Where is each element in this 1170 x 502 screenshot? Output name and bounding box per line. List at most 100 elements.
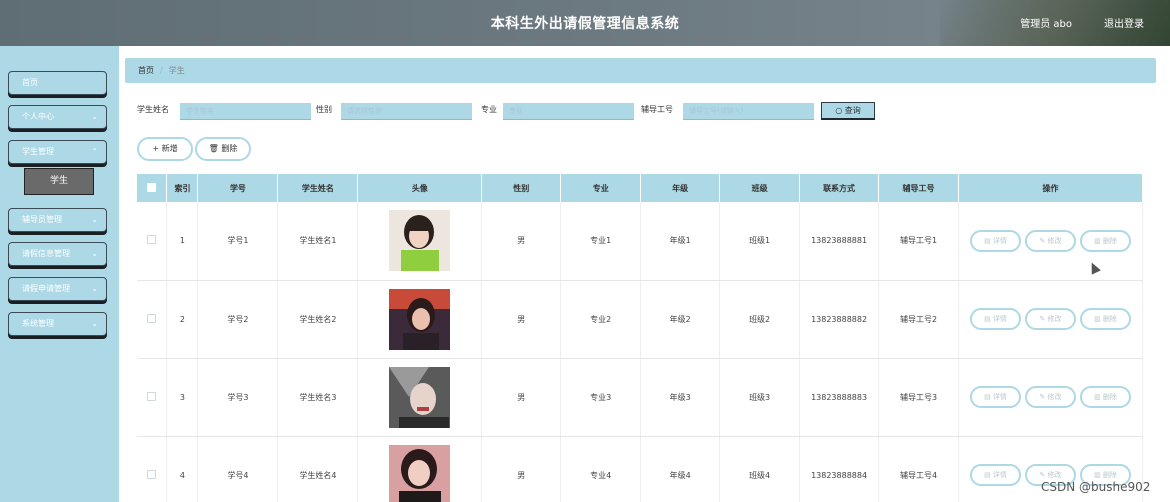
row-checkbox[interactable]	[147, 235, 157, 245]
chevron-up-icon: ⌃	[91, 147, 98, 156]
column-header: 索引	[166, 174, 199, 202]
detail-button-label: 详情	[992, 236, 1007, 245]
gender-select[interactable]: 请选择性别	[341, 103, 472, 120]
chevron-down-icon: ⌄	[91, 284, 98, 293]
edit-button[interactable]: ✎ 修改	[1025, 229, 1076, 252]
breadcrumb-separator: /	[160, 66, 163, 75]
student-name-label: 学生姓名	[137, 105, 169, 114]
cell-name: 学生姓名3	[277, 358, 359, 437]
sidebar-item-label: 请假申请管理	[22, 284, 70, 293]
edit-button-label: 修改	[1047, 393, 1062, 401]
cell-student-id: 学号2	[197, 280, 279, 359]
cell-phone: 13823888883	[799, 358, 880, 437]
logout-link[interactable]: 退出登录	[1104, 15, 1144, 30]
sidebar-subitem-student[interactable]: 学生	[24, 168, 94, 195]
avatar	[389, 444, 451, 502]
add-button[interactable]: + 新增	[137, 137, 193, 161]
sidebar-item-leave-info-management[interactable]: 请假信息管理 ⌄	[8, 242, 107, 266]
avatar	[389, 210, 451, 272]
cell-class: 班级3	[719, 358, 801, 437]
delete-button-label: 删除	[221, 144, 238, 153]
breadcrumb-home[interactable]: 首页	[138, 66, 154, 75]
edit-button[interactable]: ✎ 修改	[1025, 308, 1076, 330]
cell-phone: 13823888882	[799, 280, 880, 359]
breadcrumb-current: 学生	[168, 66, 185, 75]
cell-avatar	[357, 280, 483, 359]
major-input[interactable]: 专业	[503, 103, 634, 120]
delete-button[interactable]: ▥ 删除	[1080, 308, 1131, 330]
detail-button[interactable]: ▤ 详情	[970, 464, 1021, 486]
app-title: 本科生外出请假管理信息系统	[490, 16, 680, 32]
cell-major: 专业4	[560, 436, 642, 502]
tutor-id-input[interactable]: 辅导工号(请输入)	[683, 103, 814, 120]
cell-gender: 男	[481, 202, 562, 281]
cell-class: 班级4	[719, 436, 801, 502]
cell-class: 班级2	[719, 280, 801, 359]
sidebar-item-label: 辅导员管理	[22, 215, 62, 224]
cell-gender: 男	[481, 436, 562, 502]
edit-button[interactable]: ✎ 修改	[1025, 386, 1076, 408]
student-name-input[interactable]: 学生姓名	[180, 103, 311, 120]
edit-button-label: 修改	[1047, 315, 1062, 323]
cell-tutor-id: 辅导工号4	[878, 436, 959, 502]
cell-index: 4	[166, 436, 199, 502]
column-header: 年级	[640, 174, 721, 202]
chevron-down-icon: ⌄	[91, 249, 98, 258]
cell-name: 学生姓名1	[277, 202, 359, 281]
delete-button[interactable]: ▥ 删除	[1080, 386, 1131, 408]
document-icon: ▤	[984, 471, 991, 479]
pencil-icon: ✎	[1039, 393, 1046, 401]
add-button-label: 新增	[161, 144, 178, 153]
column-header: 辅导工号	[878, 174, 959, 202]
sidebar-item-system-management[interactable]: 系统管理 ⌄	[8, 312, 107, 336]
sidebar-item-label: 个人中心	[22, 112, 54, 121]
column-header: 操作	[958, 174, 1143, 202]
select-all-checkbox[interactable]	[147, 182, 157, 192]
batch-delete-button[interactable]: 🗑 删除	[195, 137, 251, 161]
search-button[interactable]: ○ 查询	[821, 102, 875, 120]
trash-icon: ▥	[1094, 393, 1101, 401]
select-all-header[interactable]	[137, 174, 168, 202]
delete-button-label: 删除	[1102, 471, 1117, 479]
cell-gender: 男	[481, 280, 562, 359]
chevron-down-icon: ⌄	[91, 215, 98, 224]
detail-button[interactable]: ▤ 详情	[970, 386, 1021, 408]
cell-name: 学生姓名2	[277, 280, 359, 359]
tutor-id-label: 辅导工号	[641, 105, 673, 114]
trash-icon: 🗑	[208, 144, 219, 153]
major-label: 专业	[481, 105, 497, 114]
table-header-row: 索引 学号 学生姓名 头像 性别 专业 年级 班级 联系方式 辅导工号 操作	[137, 174, 1143, 202]
row-checkbox[interactable]	[147, 469, 157, 479]
sidebar-item-leave-application-management[interactable]: 请假申请管理 ⌄	[8, 277, 107, 301]
top-header: 本科生外出请假管理信息系统 管理员 abo 退出登录	[0, 0, 1170, 46]
cell-phone: 13823888884	[799, 436, 880, 502]
sidebar-item-counselor-management[interactable]: 辅导员管理 ⌄	[8, 208, 107, 232]
row-checkbox[interactable]	[147, 391, 157, 401]
cell-grade: 年级3	[640, 358, 721, 437]
column-header: 性别	[481, 174, 562, 202]
document-icon: ▤	[984, 315, 991, 323]
edit-button-label: 修改	[1047, 471, 1062, 479]
cell-phone: 13823888881	[799, 202, 880, 281]
row-select-cell	[137, 436, 168, 502]
sidebar-item-label: 系统管理	[22, 319, 54, 328]
detail-button[interactable]: ▤ 详情	[970, 308, 1021, 330]
cell-index: 2	[166, 280, 199, 359]
row-checkbox[interactable]	[147, 313, 157, 323]
column-header: 头像	[357, 174, 483, 202]
sidebar-item-personal-center[interactable]: 个人中心 ⌄	[8, 105, 107, 129]
cell-tutor-id: 辅导工号1	[878, 202, 959, 281]
row-select-cell	[137, 358, 168, 437]
cell-student-id: 学号3	[197, 358, 279, 437]
cell-student-id: 学号1	[197, 202, 279, 281]
delete-button[interactable]: ▥ 删除	[1080, 229, 1131, 252]
sidebar-item-home[interactable]: 首页	[8, 71, 107, 95]
cell-avatar	[357, 358, 483, 437]
cell-tutor-id: 辅导工号3	[878, 358, 959, 437]
detail-button[interactable]: ▤ 详情	[970, 229, 1021, 252]
sidebar-item-label: 学生管理	[22, 147, 54, 156]
sidebar-item-student-management[interactable]: 学生管理 ⌃	[8, 140, 107, 164]
cell-avatar	[357, 436, 483, 502]
table-row: 2 学号2 学生姓名2 男 专业2 年级2 班级2 13823888882 辅导…	[137, 280, 1143, 359]
sidebar-item-label: 请假信息管理	[22, 249, 70, 258]
